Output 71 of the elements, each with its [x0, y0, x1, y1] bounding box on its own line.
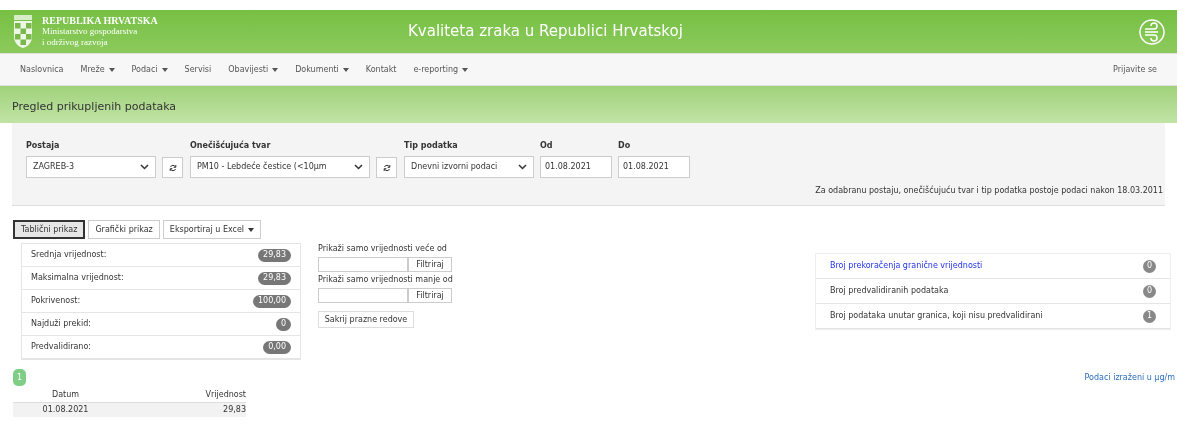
count-badge: 1 — [1143, 309, 1156, 323]
wind-logo-icon — [1139, 18, 1165, 45]
count-link[interactable]: Broj prekoračenja granične vrijednosti — [830, 260, 983, 272]
count-label: Broj predvalidiranih podataka — [830, 285, 949, 297]
refresh-icon — [168, 163, 177, 172]
nav-link[interactable]: e-reporting — [413, 63, 469, 76]
stat-value-badge: 0 — [275, 317, 291, 331]
filter-button[interactable]: Filtriraj — [408, 288, 452, 303]
select-field[interactable]: Dnevni izvorni podaci — [404, 156, 534, 178]
chevron-icon — [518, 164, 527, 170]
filter-label: Prikaži samo vrijednosti veće od — [318, 243, 448, 255]
stat-value-badge: 0,00 — [263, 340, 291, 354]
field-label: Tip podatka — [404, 140, 459, 152]
caret-icon — [248, 227, 255, 232]
count-badge: 0 — [1143, 284, 1156, 298]
login-link[interactable]: Prijavite se — [1113, 63, 1157, 76]
caret-icon — [272, 67, 279, 72]
stat-value-badge: 29,83 — [258, 248, 291, 262]
date-field[interactable]: 01.08.2021 — [618, 156, 690, 178]
nav-link[interactable]: Servisi — [184, 63, 212, 76]
filter-label: Prikaži samo vrijednosti manje od — [318, 274, 454, 286]
column-header: Datum — [50, 389, 81, 401]
stat-value-badge: 100,00 — [253, 294, 291, 308]
stat-label: Predvalidirano: — [31, 341, 92, 353]
data-availability-note: Za odabranu postaju, onečišćujuću tvar i tip podatka postoje podaci nakon 18.03.2011 — [815, 185, 1163, 197]
table-cell-text: 01.08.2021 — [41, 404, 90, 416]
table-cell-text: 29,83 — [222, 404, 246, 416]
count-badge: 0 — [1143, 259, 1156, 273]
site-title: Kvaliteta zraka u Republici Hrvatskoj — [408, 21, 683, 42]
count-label: Broj podataka unutar granica, koji nisu predvalidirani — [830, 310, 1043, 322]
refresh-icon — [382, 163, 391, 172]
nav-link[interactable]: Naslovnica — [20, 63, 64, 76]
units-note: Podaci izraženi u µg/m — [1084, 372, 1175, 384]
caret-icon — [462, 67, 469, 72]
ministry-name: i održivog razvoja — [42, 37, 109, 48]
stat-value-badge: 29,83 — [258, 271, 291, 285]
field-label: Postaja — [26, 140, 61, 152]
stat-label: Pokrivenost: — [31, 295, 81, 307]
view-button[interactable]: Grafički prikaz — [88, 220, 160, 239]
nav-link[interactable]: Podaci — [131, 63, 168, 76]
view-button[interactable]: Tablični prikaz — [13, 220, 86, 239]
stat-label: Srednja vrijednost: — [31, 249, 107, 261]
field-label: Do — [618, 140, 632, 152]
caret-icon — [161, 67, 168, 72]
chevron-icon — [354, 164, 363, 170]
coat-of-arms-icon — [12, 14, 34, 49]
select-field[interactable]: PM10 - Lebdeće čestice (<10µm — [190, 156, 370, 178]
nav-link[interactable]: Obavijesti — [228, 63, 279, 76]
caret-icon — [108, 67, 115, 72]
field-label: Od — [540, 140, 554, 152]
nav-link[interactable]: Mreže — [80, 63, 115, 76]
stat-label: Najduži prekid: — [31, 318, 91, 330]
column-header: Vrijednost — [204, 389, 246, 401]
refresh-button[interactable] — [162, 157, 183, 178]
date-field[interactable]: 01.08.2021 — [540, 156, 612, 178]
nav-link[interactable]: Kontakt — [365, 63, 397, 76]
ministry-name: Ministarstvo gospodarstva — [42, 26, 139, 37]
chevron-icon — [140, 164, 149, 170]
select-field[interactable]: ZAGREB-3 — [26, 156, 156, 178]
field-label: Onečišćujuća tvar — [190, 140, 272, 152]
value-input-field[interactable] — [318, 257, 408, 272]
filter-button[interactable]: Filtriraj — [408, 257, 452, 272]
nav-link[interactable]: Dokumenti — [295, 63, 349, 76]
view-button[interactable]: Eksportiraj u Excel — [162, 220, 262, 239]
hide-empty-rows-button[interactable]: Sakrij prazne redove — [318, 311, 414, 328]
page-title: Pregled prikupljenih podataka — [12, 98, 177, 115]
value-input-field[interactable] — [318, 288, 408, 303]
stat-label: Maksimalna vrijednost: — [31, 272, 124, 284]
country-name: REPUBLIKA HRVATSKA — [42, 15, 158, 26]
caret-icon — [342, 67, 349, 72]
refresh-button[interactable] — [376, 157, 397, 178]
